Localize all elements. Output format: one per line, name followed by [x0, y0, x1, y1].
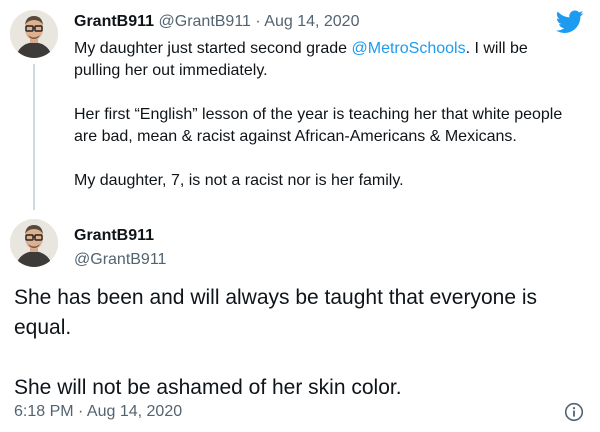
- parent-paragraph-3: My daughter, 7, is not a racist nor is h…: [74, 172, 404, 189]
- parent-text-segment: My daughter just started second grade: [74, 40, 352, 57]
- main-avatar[interactable]: [10, 219, 58, 267]
- header-separator: ·: [255, 13, 261, 30]
- info-icon[interactable]: [564, 402, 584, 422]
- parent-avatar[interactable]: [10, 10, 58, 58]
- parent-paragraph-2: Her first “English” lesson of the year i…: [74, 106, 563, 145]
- parent-tweet-text: My daughter just started second grade @M…: [74, 38, 574, 192]
- main-tweet-text: She has been and will always be taught t…: [14, 283, 584, 403]
- profile-photo-icon: [10, 10, 58, 58]
- mention-link[interactable]: @MetroSchools: [352, 40, 466, 57]
- main-display-name[interactable]: GrantB911: [74, 226, 154, 246]
- parent-date-link[interactable]: Aug 14, 2020: [264, 13, 359, 30]
- tweet-timestamp[interactable]: 6:18 PM · Aug 14, 2020: [14, 401, 182, 423]
- parent-tweet[interactable]: GrantB911 @GrantB911 · Aug 14, 2020 My d…: [0, 0, 600, 215]
- twitter-bird-icon[interactable]: [556, 10, 584, 34]
- parent-display-name[interactable]: GrantB911: [74, 13, 154, 30]
- profile-photo-icon: [10, 219, 58, 267]
- parent-tweet-header: GrantB911 @GrantB911 · Aug 14, 2020: [74, 12, 359, 32]
- parent-paragraph-1: My daughter just started second grade @M…: [74, 38, 574, 82]
- main-paragraph-1: She has been and will always be taught t…: [14, 286, 538, 339]
- main-paragraph-2: She will not be ashamed of her skin colo…: [14, 376, 402, 399]
- thread-connector-line: [33, 64, 35, 210]
- parent-handle[interactable]: @GrantB911: [159, 13, 251, 30]
- main-handle[interactable]: @GrantB911: [74, 250, 166, 270]
